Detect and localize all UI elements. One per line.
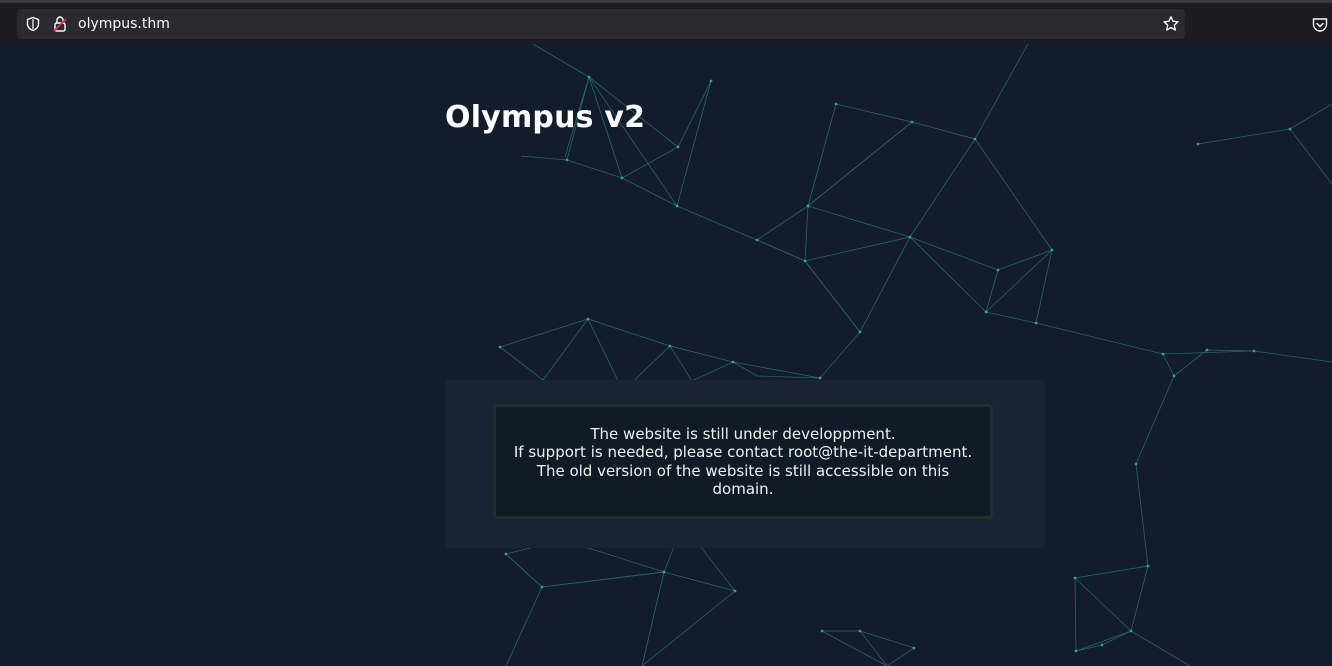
page-viewport: Olympus v2 The website is still under de…	[0, 44, 1332, 666]
url-text[interactable]: olympus.thm	[78, 14, 170, 34]
notice-box: The website is still under developpment.…	[493, 404, 993, 519]
address-bar[interactable]: olympus.thm	[17, 9, 1185, 39]
lock-icon[interactable]	[52, 15, 68, 33]
notice-line: The website is still under developpment.	[590, 424, 896, 443]
notice-line: The old version of the website is still …	[536, 461, 950, 480]
shield-icon[interactable]	[25, 16, 41, 32]
network-background	[498, 44, 1332, 666]
content-panel: The website is still under developpment.…	[445, 380, 1045, 548]
notice-line: domain.	[712, 480, 774, 498]
page-title: Olympus v2	[445, 100, 646, 135]
star-icon[interactable]	[1162, 15, 1180, 33]
pocket-icon[interactable]	[1311, 16, 1329, 34]
notice-line: If support is needed, please contact roo…	[513, 443, 973, 461]
browser-toolbar: olympus.thm	[0, 0, 1332, 44]
